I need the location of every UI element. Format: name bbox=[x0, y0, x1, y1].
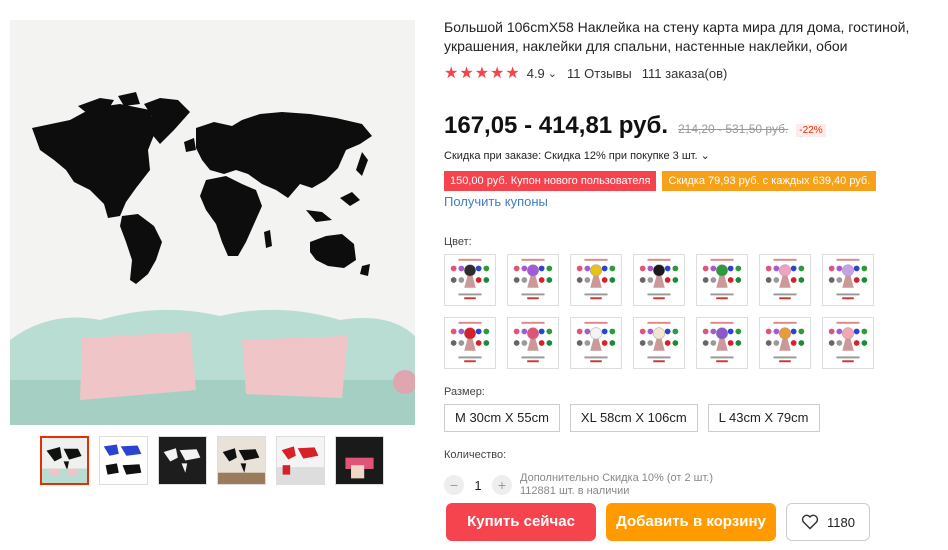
color-swatch[interactable] bbox=[822, 317, 874, 369]
heart-icon bbox=[801, 514, 819, 530]
price-row: 167,05 - 414,81 руб. 214,20 - 531,50 руб… bbox=[444, 112, 826, 140]
quantity-increase-button[interactable]: + bbox=[492, 475, 512, 495]
color-swatch[interactable] bbox=[507, 254, 559, 306]
color-swatch[interactable] bbox=[444, 317, 496, 369]
new-user-coupon[interactable]: 150,00 руб. Купон нового пользователя bbox=[444, 171, 657, 191]
product-info: Большой 106cmX58 Наклейка на стену карта… bbox=[444, 18, 944, 541]
size-option-xl[interactable]: XL 58cm X 106cm bbox=[569, 404, 698, 432]
color-swatch[interactable] bbox=[696, 254, 748, 306]
thumbnail-5[interactable] bbox=[276, 436, 325, 485]
wishlist-count: 1180 bbox=[827, 514, 855, 530]
get-coupons-link[interactable]: Получить купоны bbox=[444, 194, 548, 209]
buy-now-button[interactable]: Купить сейчас bbox=[446, 503, 596, 541]
product-main-image bbox=[10, 20, 415, 425]
store-coupon[interactable]: Скидка 79,93 руб. с каждых 639,40 руб. bbox=[662, 171, 877, 191]
thumbnail-6[interactable] bbox=[335, 436, 384, 485]
color-swatch[interactable] bbox=[570, 317, 622, 369]
color-swatch[interactable] bbox=[759, 254, 811, 306]
quantity-decrease-button[interactable]: − bbox=[444, 475, 464, 495]
thumbnail-1[interactable] bbox=[40, 436, 89, 485]
color-swatch[interactable] bbox=[696, 317, 748, 369]
stock-text: 112881 шт. в наличии bbox=[520, 485, 630, 497]
size-options: M 30cm X 55cm XL 58cm X 106cm L 43cm X 7… bbox=[444, 404, 820, 432]
color-swatch[interactable] bbox=[759, 317, 811, 369]
size-label: Размер: bbox=[444, 386, 485, 398]
quantity-label: Количество: bbox=[444, 449, 507, 461]
quantity-value[interactable]: 1 bbox=[464, 478, 492, 493]
thumbnail-3[interactable] bbox=[158, 436, 207, 485]
reviews-link[interactable]: 11 Отзывы bbox=[567, 66, 632, 81]
rating-row: ★★★★★ 4.9 ⌄ 11 Отзывы 111 заказа(ов) bbox=[444, 64, 944, 82]
thumbnail-strip bbox=[40, 436, 384, 485]
old-price: 214,20 - 531,50 руб. bbox=[678, 122, 789, 136]
action-buttons: Купить сейчас Добавить в корзину 1180 bbox=[446, 503, 870, 541]
color-swatches bbox=[444, 254, 884, 369]
bulk-discount[interactable]: Скидка при заказе: Скидка 12% при покупк… bbox=[444, 149, 710, 162]
color-swatch[interactable] bbox=[444, 254, 496, 306]
color-swatch[interactable] bbox=[570, 254, 622, 306]
star-rating-icon: ★★★★★ bbox=[444, 65, 521, 82]
quantity-info: Дополнительно Скидка 10% (от 2 шт.) 1128… bbox=[520, 472, 713, 498]
rating-value[interactable]: 4.9 bbox=[527, 66, 545, 81]
quantity-stepper: − 1 + Дополнительно Скидка 10% (от 2 шт.… bbox=[444, 472, 713, 498]
color-swatch[interactable] bbox=[507, 317, 559, 369]
coupon-row: 150,00 руб. Купон нового пользователя Ск… bbox=[444, 171, 877, 191]
wishlist-button[interactable]: 1180 bbox=[786, 503, 870, 541]
size-option-m[interactable]: M 30cm X 55cm bbox=[444, 404, 560, 432]
color-label: Цвет: bbox=[444, 236, 472, 248]
color-swatch[interactable] bbox=[633, 317, 685, 369]
chevron-down-icon[interactable]: ⌄ bbox=[548, 67, 557, 80]
size-option-l[interactable]: L 43cm X 79cm bbox=[707, 404, 820, 432]
discount-badge: -22% bbox=[796, 124, 826, 137]
current-price: 167,05 - 414,81 руб. bbox=[444, 112, 668, 139]
add-to-cart-button[interactable]: Добавить в корзину bbox=[606, 503, 776, 541]
color-swatch[interactable] bbox=[822, 254, 874, 306]
thumbnail-4[interactable] bbox=[217, 436, 266, 485]
orders-count: 111 заказа(ов) bbox=[641, 65, 728, 81]
thumbnail-2[interactable] bbox=[99, 436, 148, 485]
product-title: Большой 106cmX58 Наклейка на стену карта… bbox=[444, 19, 910, 54]
extra-discount-text: Дополнительно Скидка 10% (от 2 шт.) bbox=[520, 472, 714, 484]
color-swatch[interactable] bbox=[633, 254, 685, 306]
